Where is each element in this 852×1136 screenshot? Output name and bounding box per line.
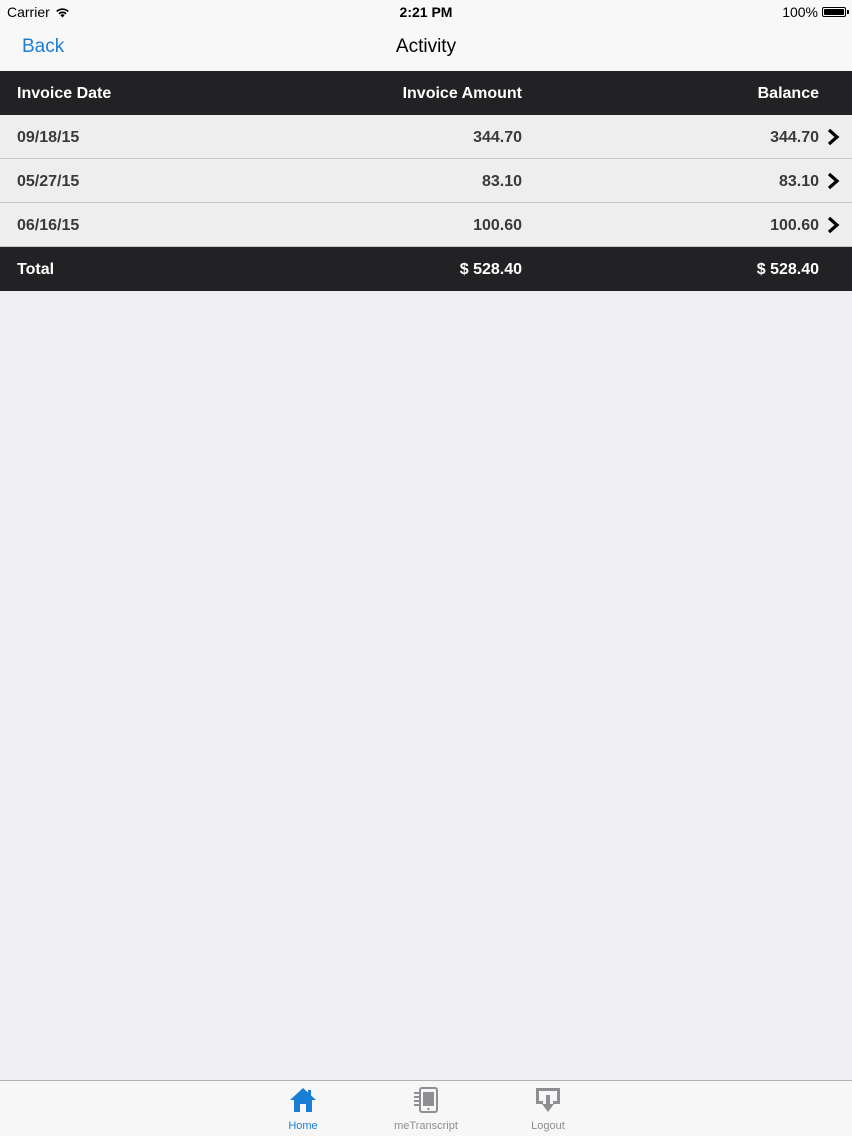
battery-icon xyxy=(822,7,849,17)
total-invoice-amount: $ 528.40 xyxy=(459,261,522,278)
invoice-date-cell: 06/16/15 xyxy=(17,217,80,234)
page-title: Activity xyxy=(395,36,457,57)
invoice-date-cell: 05/27/15 xyxy=(17,173,80,190)
transcript-icon xyxy=(414,1087,438,1113)
total-balance: $ 528.40 xyxy=(756,261,819,278)
total-label: Total xyxy=(17,261,55,278)
chevron-right-icon xyxy=(827,216,840,234)
status-time: 2:21 PM xyxy=(399,4,453,20)
tab-home-label: Home xyxy=(288,1120,318,1132)
battery-percent: 100% xyxy=(782,4,818,20)
tab-bar: Home meTranscript Logout xyxy=(0,1080,852,1136)
navigation-bar: Back Activity xyxy=(0,22,852,71)
logout-icon xyxy=(536,1088,560,1112)
invoice-date-cell: 09/18/15 xyxy=(17,129,80,146)
tab-home[interactable]: Home xyxy=(258,1085,348,1132)
chevron-right-icon xyxy=(827,128,840,146)
balance-cell: 83.10 xyxy=(778,173,819,190)
header-invoice-amount: Invoice Amount xyxy=(402,85,522,102)
table-row[interactable]: 05/27/15 83.10 83.10 xyxy=(0,159,852,203)
table-row[interactable]: 06/16/15 100.60 100.60 xyxy=(0,203,852,247)
tab-metranscript[interactable]: meTranscript xyxy=(381,1085,471,1132)
chevron-right-icon xyxy=(827,172,840,190)
table-total-row: Total $ 528.40 $ 528.40 xyxy=(0,247,852,291)
balance-cell: 344.70 xyxy=(770,129,819,146)
table-header: Invoice Date Invoice Amount Balance xyxy=(0,71,852,115)
activity-table: Invoice Date Invoice Amount Balance 09/1… xyxy=(0,71,852,291)
battery-indicator: 100% xyxy=(782,4,849,20)
tab-logout-label: Logout xyxy=(531,1120,565,1132)
invoice-amount-cell: 83.10 xyxy=(481,173,522,190)
invoice-amount-cell: 100.60 xyxy=(473,217,522,234)
table-row[interactable]: 09/18/15 344.70 344.70 xyxy=(0,115,852,159)
header-invoice-date: Invoice Date xyxy=(17,85,112,102)
header-balance: Balance xyxy=(757,85,819,102)
tab-metranscript-label: meTranscript xyxy=(394,1120,458,1132)
status-bar: Carrier 2:21 PM 100% xyxy=(0,0,852,22)
home-icon xyxy=(290,1088,316,1112)
balance-cell: 100.60 xyxy=(770,217,819,234)
tab-logout[interactable]: Logout xyxy=(503,1085,593,1132)
invoice-amount-cell: 344.70 xyxy=(473,129,522,146)
